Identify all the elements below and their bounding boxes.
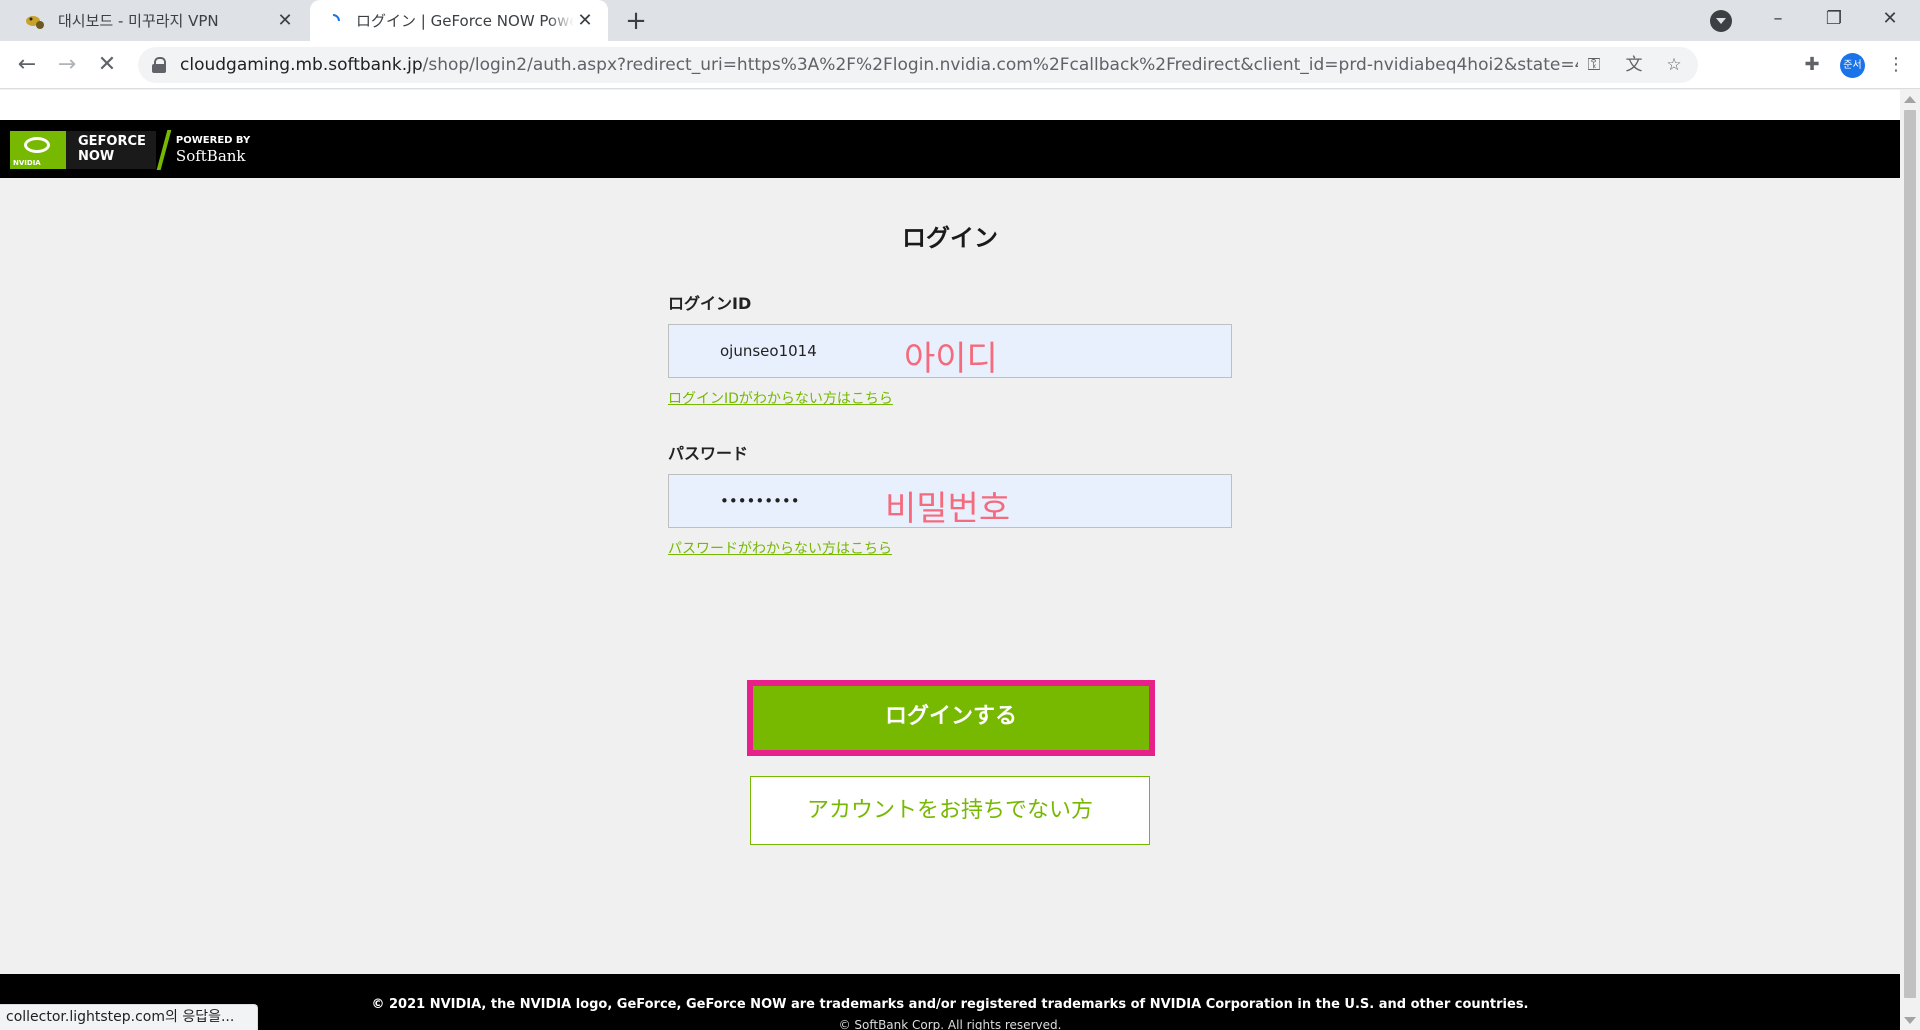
url-path: /shop/login2/auth.aspx?redirect_uri=http… xyxy=(422,55,1578,75)
new-tab-button[interactable]: + xyxy=(620,6,652,38)
url-host: cloudgaming.mb.softbank.jp xyxy=(180,55,423,75)
login-id-input[interactable] xyxy=(669,325,1231,377)
forgot-id-link[interactable]: ログインIDがわからない方はこちら xyxy=(668,388,1232,408)
login-id-field-box: 아이디 xyxy=(668,324,1232,379)
profile-avatar[interactable]: 준서 xyxy=(1840,53,1865,78)
softbank-logo: POWERED BY SoftBank xyxy=(175,135,251,165)
tab-vpn-dashboard[interactable]: 대시보드 - 미꾸라지 VPN ✕ xyxy=(12,0,308,41)
more-menu-icon[interactable]: ⋮ xyxy=(1880,49,1912,81)
tab-search-icon[interactable] xyxy=(1710,10,1732,32)
footer-copyright: © SoftBank Corp. All rights reserved. xyxy=(838,1018,1062,1030)
scroll-down-icon[interactable] xyxy=(1904,1017,1916,1024)
stop-loading-icon[interactable]: ✕ xyxy=(90,48,124,82)
loading-spinner-icon xyxy=(322,10,344,32)
address-bar[interactable]: cloudgaming.mb.softbank.jp/shop/login2/a… xyxy=(138,47,1698,83)
lock-icon[interactable] xyxy=(152,57,166,73)
footer-trademark: © 2021 NVIDIA, the NVIDIA logo, GeForce,… xyxy=(371,997,1529,1012)
browser-toolbar: ← → ✕ cloudgaming.mb.softbank.jp/shop/lo… xyxy=(0,41,1920,89)
page-top-strip xyxy=(0,90,1900,120)
extensions-puzzle-icon[interactable]: ✚ xyxy=(1796,49,1828,81)
scroll-up-icon[interactable] xyxy=(1904,96,1916,103)
page-title: ログイン xyxy=(902,224,998,252)
site-header: NVIDIA GEFORCE NOW POWERED BY SoftBank xyxy=(0,120,1900,178)
login-form: ログインID 아이디 ログインIDがわからない方はこちら パスワード 비밀번호 … xyxy=(668,290,1232,558)
forgot-password-link[interactable]: パスワードがわからない方はこちら xyxy=(668,538,1232,558)
tab-geforce-login[interactable]: ログイン | GeForce NOW Powered by SoftBank ✕ xyxy=(310,0,608,41)
tab-title: ログイン | GeForce NOW Powered by SoftBank xyxy=(356,12,574,30)
tab-title: 대시보드 - 미꾸라지 VPN xyxy=(58,12,219,30)
back-arrow-icon[interactable]: ← xyxy=(10,48,44,82)
scrollbar-thumb[interactable] xyxy=(1904,110,1916,998)
status-bubble: collector.lightstep.com의 응답을... xyxy=(0,1004,258,1030)
register-account-button[interactable]: アカウントをお持ちでない方 xyxy=(750,776,1150,845)
password-label: パスワード xyxy=(668,444,749,463)
close-window-button[interactable]: ✕ xyxy=(1864,0,1916,41)
page-scrollbar[interactable] xyxy=(1900,90,1920,1030)
maximize-button[interactable]: ❐ xyxy=(1808,0,1860,41)
logo-divider xyxy=(156,130,172,170)
nvidia-eye-icon: NVIDIA xyxy=(10,131,66,169)
forward-arrow-icon[interactable]: → xyxy=(50,48,84,82)
login-submit-button[interactable]: ログインする xyxy=(747,680,1155,756)
page-viewport: NVIDIA GEFORCE NOW POWERED BY SoftBank ロ… xyxy=(0,90,1900,1030)
geforce-now-wordmark: GEFORCE NOW xyxy=(66,131,156,169)
password-input[interactable] xyxy=(669,475,1231,527)
translate-icon[interactable]: 文 xyxy=(1618,49,1650,81)
minimize-button[interactable]: – xyxy=(1752,0,1804,41)
site-footer: © 2021 NVIDIA, the NVIDIA logo, GeForce,… xyxy=(0,974,1900,1030)
tab-strip: 대시보드 - 미꾸라지 VPN ✕ ログイン | GeForce NOW Pow… xyxy=(0,0,1920,41)
key-icon[interactable]: ⚿ xyxy=(1578,49,1610,81)
geforce-now-logo[interactable]: NVIDIA GEFORCE NOW POWERED BY SoftBank xyxy=(10,130,250,170)
close-tab-icon[interactable]: ✕ xyxy=(574,10,596,32)
login-id-label: ログインID xyxy=(668,294,752,313)
close-tab-icon[interactable]: ✕ xyxy=(274,10,296,32)
url-text[interactable]: cloudgaming.mb.softbank.jp/shop/login2/a… xyxy=(180,55,1578,75)
vpn-favicon-icon xyxy=(24,10,46,32)
bookmark-star-icon[interactable]: ☆ xyxy=(1658,49,1690,81)
password-field-box: 비밀번호 xyxy=(668,474,1232,529)
